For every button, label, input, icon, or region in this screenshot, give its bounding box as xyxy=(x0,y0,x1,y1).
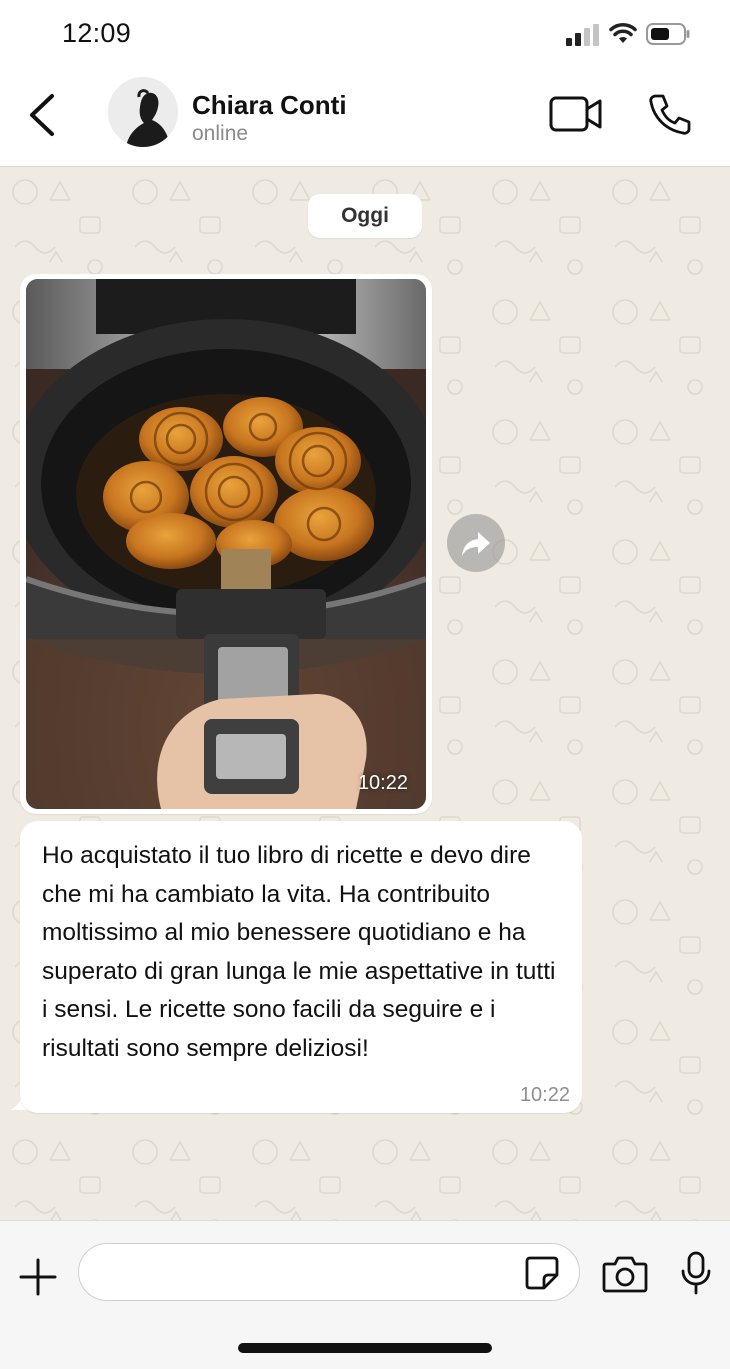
image-message-bubble[interactable]: 10:22 xyxy=(20,274,432,814)
wifi-icon xyxy=(609,22,637,43)
chat-header: Chiara Conti online xyxy=(0,66,730,167)
status-time: 12:09 xyxy=(62,18,132,48)
camera-icon[interactable] xyxy=(602,1255,648,1293)
cellular-signal-icon xyxy=(566,24,599,46)
message-time: 10:22 xyxy=(519,1084,570,1106)
text-message-bubble[interactable]: Ho acquistato il tuo libro di ricette e … xyxy=(20,821,582,1113)
status-bar: 12:09 xyxy=(0,0,730,66)
message-input-box[interactable] xyxy=(78,1243,580,1301)
contact-status: online xyxy=(192,122,249,145)
contact-name[interactable]: Chiara Conti xyxy=(192,90,347,121)
forward-button[interactable] xyxy=(447,514,505,572)
back-chevron-icon[interactable] xyxy=(22,90,62,140)
forward-arrow-icon xyxy=(462,532,490,556)
home-indicator[interactable] xyxy=(238,1343,492,1353)
message-composer xyxy=(0,1220,730,1369)
date-separator: Oggi xyxy=(308,194,422,238)
message-photo[interactable]: 10:22 xyxy=(26,279,426,809)
video-camera-icon[interactable] xyxy=(549,94,603,134)
battery-icon xyxy=(646,23,690,45)
chat-area[interactable]: Oggi 10:22 Ho acquistato il tuo libro di… xyxy=(0,167,730,1220)
sticker-icon[interactable] xyxy=(524,1255,560,1291)
message-input[interactable] xyxy=(99,1254,523,1292)
phone-icon[interactable] xyxy=(648,92,692,136)
message-text: Ho acquistato il tuo libro di ricette e … xyxy=(42,842,556,1062)
message-time: 10:22 xyxy=(357,772,408,794)
avatar[interactable] xyxy=(108,77,178,147)
microphone-icon[interactable] xyxy=(680,1251,712,1295)
photo-air-fryer-cinnamon-rolls xyxy=(26,279,426,809)
plus-icon[interactable] xyxy=(18,1257,58,1297)
